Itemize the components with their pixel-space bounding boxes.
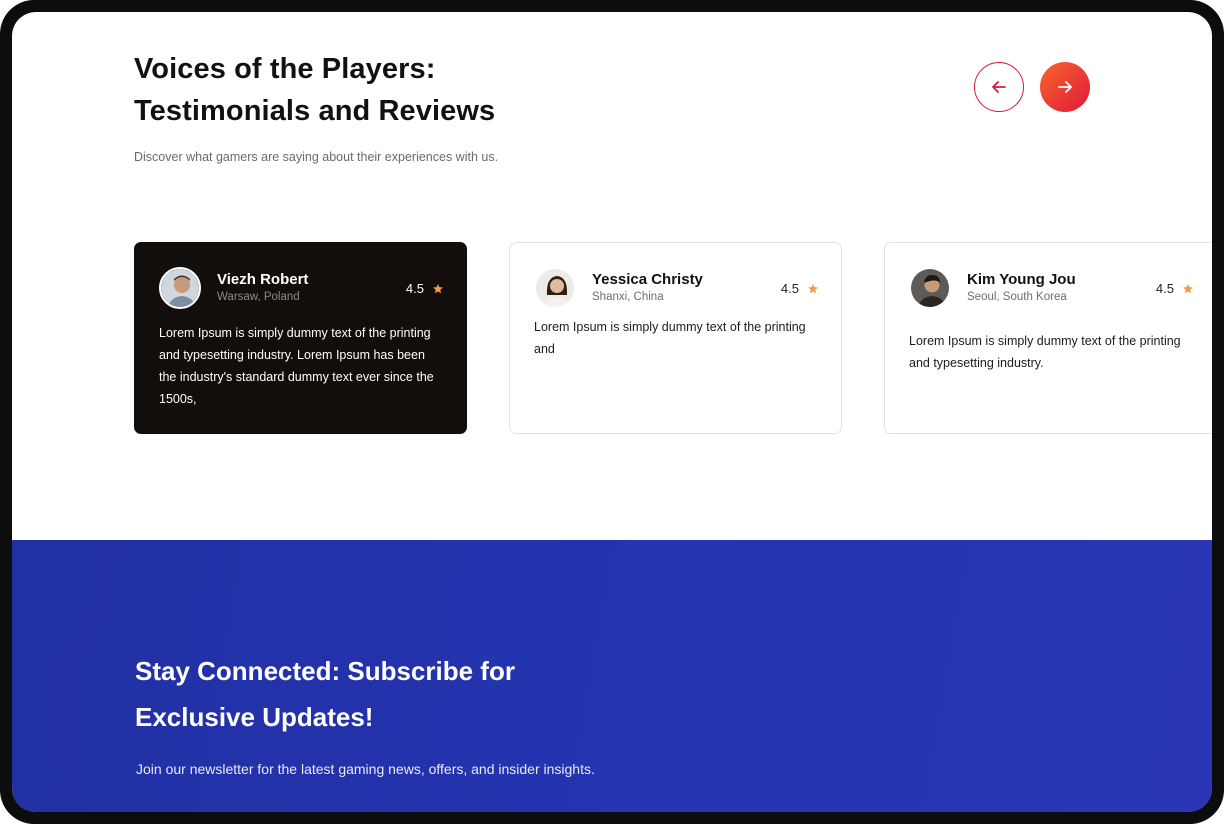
rating-value: 4.5 (1155, 281, 1174, 296)
star-icon (1183, 283, 1193, 293)
next-button[interactable] (1040, 62, 1090, 112)
newsletter-title: Stay Connected: Subscribe for Exclusive … (135, 648, 655, 740)
newsletter-title-line1: Stay Connected: Subscribe for (135, 656, 515, 686)
reviewer-name: Viezh Robert (217, 271, 309, 288)
review-text: Lorem Ipsum is simply dummy text of the … (159, 326, 434, 406)
page-viewport: Voices of the Players: Testimonials and … (12, 12, 1212, 812)
star-icon (433, 283, 443, 293)
device-frame: Voices of the Players: Testimonials and … (0, 0, 1224, 824)
testimonials-subtitle: Discover what gamers are saying about th… (134, 150, 499, 164)
rating: 4.5 (781, 281, 819, 296)
review-text: Lorem Ipsum is simply dummy text of the … (534, 320, 806, 356)
testimonial-card[interactable]: Yessica Christy Shanxi, China 4.5 Lorem … (509, 242, 842, 434)
newsletter-subtitle: Join our newsletter for the latest gamin… (136, 761, 595, 777)
reviewer-location: Shanxi, China (592, 291, 664, 303)
testimonial-card[interactable]: Kim Young Jou Seoul, South Korea 4.5 Lor… (884, 242, 1212, 434)
reviewer-location: Seoul, South Korea (967, 291, 1067, 303)
rating: 4.5 (406, 281, 444, 296)
testimonials-title-line1: Voices of the Players: (134, 53, 436, 85)
rating-value: 4.5 (780, 281, 799, 296)
newsletter-section: Stay Connected: Subscribe for Exclusive … (12, 540, 1212, 812)
reviewer-location: Warsaw, Poland (217, 291, 300, 303)
testimonial-card[interactable]: Viezh Robert Warsaw, Poland 4.5 Lorem Ip… (134, 242, 467, 434)
previous-button[interactable] (974, 62, 1024, 112)
newsletter-title-line2: Exclusive Updates! (135, 702, 374, 732)
arrow-right-icon (1058, 81, 1072, 93)
reviewer-name: Kim Young Jou (967, 271, 1076, 288)
testimonials-title: Voices of the Players: Testimonials and … (134, 48, 654, 132)
avatar (159, 267, 201, 309)
rating-value: 4.5 (405, 281, 424, 296)
avatar (534, 267, 576, 309)
avatar (909, 267, 951, 309)
review-text: Lorem Ipsum is simply dummy text of the … (909, 334, 1181, 370)
testimonials-title-line2: Testimonials and Reviews (134, 95, 496, 127)
star-icon (808, 283, 818, 293)
reviewer-name: Yessica Christy (592, 271, 703, 288)
rating: 4.5 (1156, 281, 1194, 296)
arrow-left-icon (992, 81, 1006, 93)
